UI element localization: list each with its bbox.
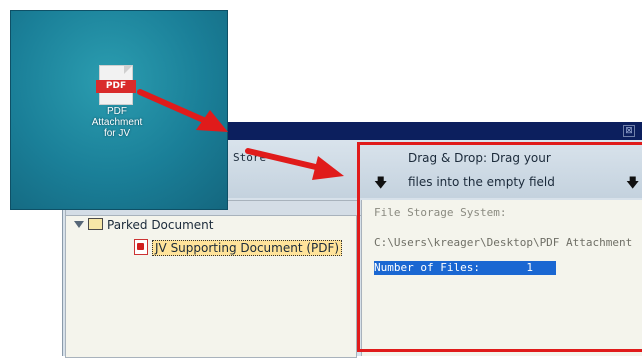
- annotation-arrows: [137, 89, 344, 180]
- arrow-store-to-dropzone: [245, 148, 344, 180]
- arrow-desktop-to-window: [137, 89, 228, 132]
